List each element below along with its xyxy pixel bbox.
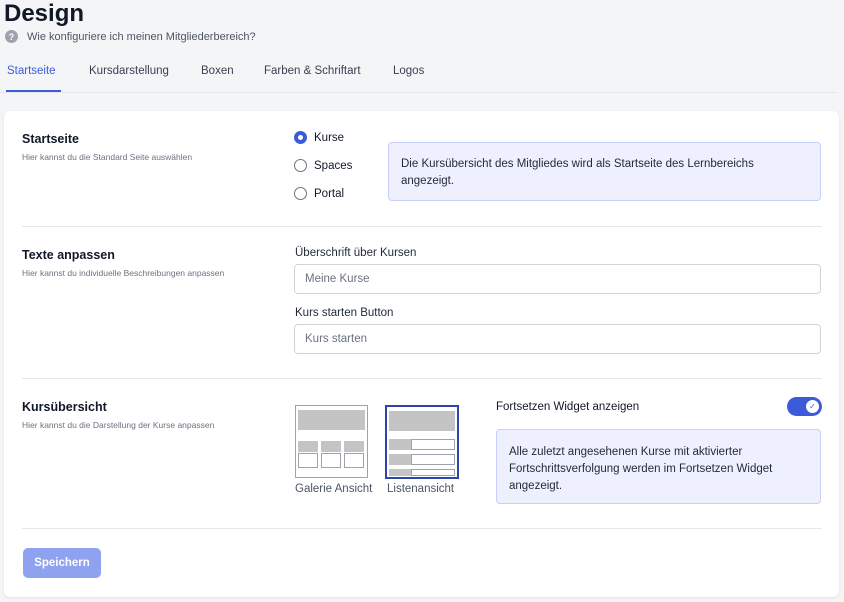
heading-field-label: Überschrift über Kursen: [295, 247, 417, 259]
gallery-view-caption: Galerie Ansicht: [295, 483, 373, 495]
tab-startseite[interactable]: Startseite: [7, 65, 56, 77]
widget-toggle-label: Fortsetzen Widget anzeigen: [496, 401, 640, 413]
help-circle-icon: ?: [5, 30, 18, 43]
texte-subtitle: Hier kannst du individuelle Beschreibung…: [22, 268, 225, 278]
list-view-option[interactable]: Listenansicht: [385, 405, 459, 499]
widget-toggle[interactable]: ✓: [787, 397, 822, 416]
radio-label: Spaces: [314, 159, 353, 172]
gallery-preview-icon: [295, 405, 368, 478]
button-field-label: Kurs starten Button: [295, 307, 394, 319]
active-tab-indicator: [6, 90, 61, 92]
kursuebersicht-title: Kursübersicht: [22, 400, 107, 414]
radio-kurse[interactable]: Kurse: [294, 131, 344, 144]
radio-unchecked-icon: [294, 159, 307, 172]
help-link[interactable]: ? Wie konfiguriere ich meinen Mitglieder…: [5, 30, 256, 43]
texte-title: Texte anpassen: [22, 248, 115, 262]
save-button[interactable]: Speichern: [23, 548, 101, 578]
startseite-title: Startseite: [22, 132, 79, 146]
startseite-subtitle: Hier kannst du die Standard Seite auswäh…: [22, 152, 193, 162]
tab-kursdarstellung[interactable]: Kursdarstellung: [89, 65, 169, 77]
tab-bar: Startseite Kursdarstellung Boxen Farben …: [0, 62, 838, 93]
radio-checked-icon: [294, 131, 307, 144]
settings-card: Startseite Hier kannst du die Standard S…: [4, 111, 839, 597]
list-preview-icon: [385, 405, 459, 479]
heading-input[interactable]: [294, 264, 821, 294]
section-divider: [22, 528, 822, 529]
kursuebersicht-subtitle: Hier kannst du die Darstellung der Kurse…: [22, 420, 215, 430]
help-text: Wie konfiguriere ich meinen Mitgliederbe…: [27, 30, 256, 43]
startseite-info-box: Die Kursübersicht des Mitgliedes wird al…: [388, 142, 821, 201]
section-divider: [22, 378, 822, 379]
gallery-view-option[interactable]: Galerie Ansicht: [295, 405, 373, 499]
radio-spaces[interactable]: Spaces: [294, 159, 352, 172]
section-divider: [22, 226, 822, 227]
check-icon: ✓: [806, 400, 819, 413]
page-title: Design: [4, 0, 85, 27]
radio-portal[interactable]: Portal: [294, 187, 344, 200]
radio-label: Kurse: [314, 131, 345, 144]
tab-boxen[interactable]: Boxen: [201, 65, 234, 77]
list-view-caption: Listenansicht: [387, 483, 455, 495]
radio-label: Portal: [314, 187, 345, 200]
radio-unchecked-icon: [294, 187, 307, 200]
start-button-input[interactable]: [294, 324, 821, 354]
tab-logos[interactable]: Logos: [393, 65, 424, 77]
tab-farben-schriftart[interactable]: Farben & Schriftart: [264, 65, 361, 77]
widget-info-box: Alle zuletzt angesehenen Kurse mit aktiv…: [496, 429, 821, 504]
